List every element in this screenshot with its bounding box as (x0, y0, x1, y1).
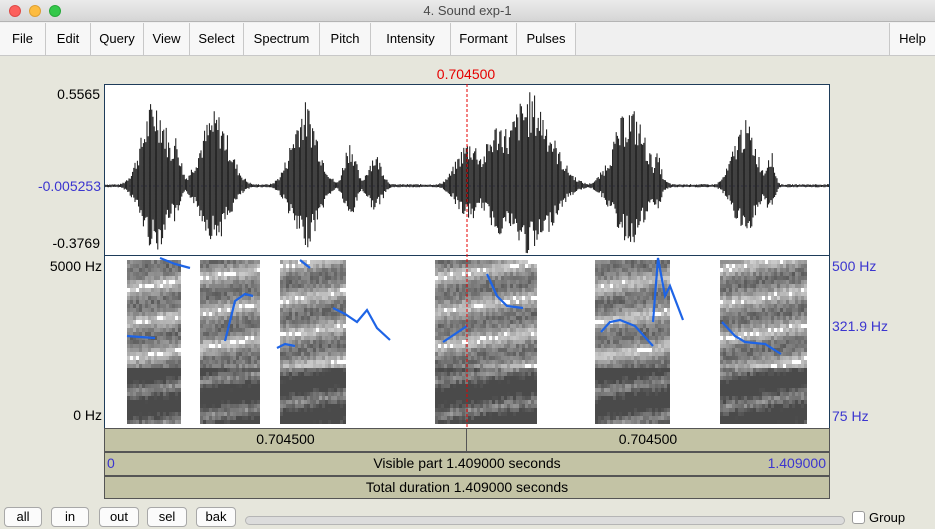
waveform-max-label: 0.5565 (57, 86, 100, 102)
zoom-in-button[interactable]: in (51, 507, 89, 527)
visible-part-label: Visible part 1.409000 seconds (373, 455, 561, 471)
zoom-selection-button[interactable]: sel (147, 507, 187, 527)
zoom-all-button[interactable]: all (4, 507, 42, 527)
menu-help[interactable]: Help (889, 23, 935, 55)
spectrogram-top-freq-label: 5000 Hz (49, 258, 102, 274)
menu-spectrum[interactable]: Spectrum (244, 23, 320, 55)
menu-pitch[interactable]: Pitch (320, 23, 371, 55)
total-duration-bar[interactable]: Total duration 1.409000 seconds (104, 476, 830, 499)
title-bar: 4. Sound exp-1 (0, 0, 935, 22)
visible-part-bar[interactable]: 0 Visible part 1.409000 seconds 1.409000 (104, 452, 830, 476)
menu-edit[interactable]: Edit (46, 23, 91, 55)
maximize-window-button[interactable] (49, 5, 61, 17)
waveform-min-label: -0.3769 (52, 235, 100, 251)
pitch-bottom-label: 75 Hz (832, 408, 869, 424)
menu-pulses[interactable]: Pulses (517, 23, 576, 55)
window-title: 4. Sound exp-1 (423, 3, 512, 18)
pitch-mid-label: 321.9 Hz (832, 318, 889, 334)
menu-bar: File Edit Query View Select Spectrum Pit… (0, 22, 935, 56)
menu-formant[interactable]: Formant (451, 23, 517, 55)
waveform-mid-label: -0.005253 (37, 178, 101, 194)
menu-intensity[interactable]: Intensity (371, 23, 451, 55)
spectrogram-bottom-freq-label: 0 Hz (73, 407, 102, 423)
visible-start-label: 0 (107, 455, 115, 471)
menu-view[interactable]: View (144, 23, 190, 55)
menu-select[interactable]: Select (190, 23, 244, 55)
minimize-window-button[interactable] (29, 5, 41, 17)
group-label: Group (869, 510, 906, 525)
menu-query[interactable]: Query (91, 23, 144, 55)
visible-end-label: 1.409000 (767, 455, 826, 471)
close-window-button[interactable] (9, 5, 21, 17)
group-checkbox[interactable] (852, 511, 865, 524)
zoom-back-button[interactable]: bak (196, 507, 236, 527)
time-bar-right[interactable]: 0.704500 (466, 428, 830, 452)
menu-file[interactable]: File (0, 23, 46, 55)
time-bar-left[interactable]: 0.704500 (104, 428, 467, 452)
pitch-top-label: 500 Hz (832, 258, 877, 274)
zoom-out-button[interactable]: out (99, 507, 139, 527)
cursor-line (466, 84, 468, 430)
horizontal-scrollbar[interactable] (245, 516, 845, 525)
bottom-toolbar: all in out sel bak Group (0, 503, 935, 529)
cursor-time-label: 0.704500 (436, 66, 496, 82)
